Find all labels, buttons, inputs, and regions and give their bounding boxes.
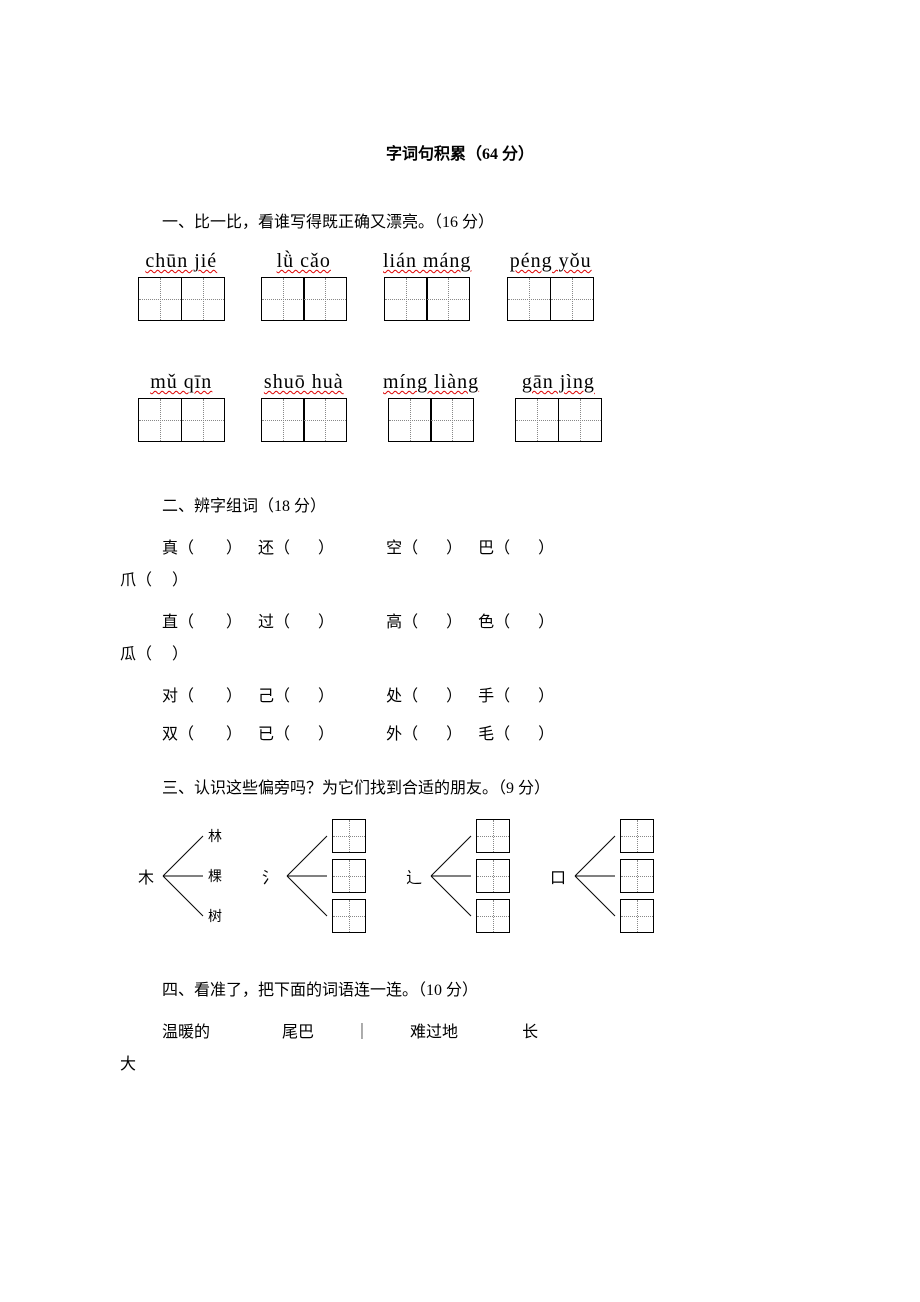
pinyin-row-2: mǔ qīn shuō huà míng liàng gān jìng (138, 371, 800, 442)
section2-heading: 二、辨字组词（18 分） (162, 492, 800, 516)
q2-row: 对（ ） 己（ ） 处（ ） 手（ ） (162, 682, 800, 706)
q2-item: 外（ ） (334, 720, 462, 744)
radical-char: 木 (138, 864, 154, 888)
answer-box (476, 899, 510, 933)
q2-row: 双（ ） 已（ ） 外（ ） 毛（ ） (162, 720, 800, 744)
pinyin-item: lián máng (383, 250, 471, 321)
separator-icon: ｜ (354, 1018, 370, 1042)
q2-item: 还（ ） (242, 534, 334, 558)
radical-group-walk: 辶 (406, 816, 510, 936)
answer-boxes (388, 398, 475, 442)
answer-box (476, 819, 510, 853)
pinyin-label: míng liàng (383, 371, 479, 394)
example-char: 林 (208, 819, 222, 853)
pinyin-label: gān jìng (522, 371, 595, 394)
pinyin-item: lǜ cǎo (261, 250, 348, 321)
q2-item: 瓜（ ） (120, 640, 188, 664)
branch-icon (426, 821, 476, 931)
answer-box (620, 899, 654, 933)
section3-heading: 三、认识这些偏旁吗？为它们找到合适的朋友。（9 分） (162, 774, 800, 798)
pinyin-label: péng yǒu (510, 250, 592, 273)
section1-heading: 一、比一比，看谁写得既正确又漂亮。（16 分） (162, 208, 800, 232)
pinyin-item: gān jìng (515, 371, 602, 442)
answer-box (476, 859, 510, 893)
pinyin-label: lián máng (383, 250, 471, 273)
answer-box (620, 819, 654, 853)
q2-item: 高（ ） (334, 608, 462, 632)
q2-row: 直（ ） 过（ ） 高（ ） 色（ ） (162, 608, 800, 632)
pinyin-item: péng yǒu (507, 250, 594, 321)
radical-group-mu: 木 林 棵 树 (138, 816, 222, 936)
q2-item: 已（ ） (242, 720, 334, 744)
pinyin-item: míng liàng (383, 371, 479, 442)
radical-group-water: 氵 (262, 816, 366, 936)
pinyin-item: shuō huà (261, 371, 348, 442)
answer-box (620, 859, 654, 893)
radical-group-mouth: 口 (550, 816, 654, 936)
match-row: 温暖的 尾巴 ｜ 难过地 长 (162, 1018, 800, 1042)
answer-boxes (507, 277, 594, 321)
answer-boxes (138, 398, 225, 442)
q2-item: 直（ ） (162, 608, 242, 632)
q2-item: 己（ ） (242, 682, 334, 706)
match-left-a: 温暖的 (162, 1018, 210, 1042)
q2-item: 巴（ ） (462, 534, 554, 558)
match-left-b: 尾巴 (210, 1018, 314, 1042)
answer-boxes (138, 277, 225, 321)
answer-boxes (384, 277, 471, 321)
branch-icon (570, 821, 620, 931)
q2-item: 空（ ） (334, 534, 462, 558)
answer-boxes (261, 277, 348, 321)
q2-item: 双（ ） (162, 720, 242, 744)
q2-item: 爪（ ） (120, 566, 188, 590)
q2-item: 色（ ） (462, 608, 554, 632)
q2-item: 真（ ） (162, 534, 242, 558)
answer-box (332, 819, 366, 853)
pinyin-row-1: chūn jié lǜ cǎo lián máng péng yǒu (138, 250, 800, 321)
match-right-b: 长 (458, 1018, 538, 1042)
q2-item: 毛（ ） (462, 720, 554, 744)
example-char: 棵 (208, 859, 222, 893)
q2-item: 处（ ） (334, 682, 462, 706)
q2-row-wrap: 爪（ ） (120, 566, 800, 590)
q2-item: 过（ ） (242, 608, 334, 632)
q2-item: 对（ ） (162, 682, 242, 706)
pinyin-item: chūn jié (138, 250, 225, 321)
answer-box (332, 899, 366, 933)
example-char: 树 (208, 899, 222, 933)
q2-item: 手（ ） (462, 682, 554, 706)
branch-icon (158, 821, 208, 931)
pinyin-label: shuō huà (264, 371, 344, 394)
pinyin-label: chūn jié (145, 250, 217, 273)
answer-boxes (261, 398, 348, 442)
match-wrap-text: 大 (120, 1050, 136, 1074)
pinyin-label: lǜ cǎo (277, 250, 331, 273)
answer-box (332, 859, 366, 893)
radical-char: 辶 (406, 864, 422, 888)
pinyin-label: mǔ qīn (150, 371, 212, 394)
radical-char: 口 (550, 864, 566, 888)
q2-row-wrap: 瓜（ ） (120, 640, 800, 664)
answer-boxes (515, 398, 602, 442)
page-title: 字词句积累（64 分） (120, 140, 800, 164)
section4-heading: 四、看准了，把下面的词语连一连。（10 分） (162, 976, 800, 1000)
match-right-a: 难过地 (410, 1018, 458, 1042)
radical-row: 木 林 棵 树 氵 辶 (138, 816, 800, 936)
branch-icon (282, 821, 332, 931)
match-row-wrap: 大 (120, 1050, 800, 1074)
pinyin-item: mǔ qīn (138, 371, 225, 442)
q2-row: 真（ ） 还（ ） 空（ ） 巴（ ） (162, 534, 800, 558)
radical-char: 氵 (262, 864, 278, 888)
